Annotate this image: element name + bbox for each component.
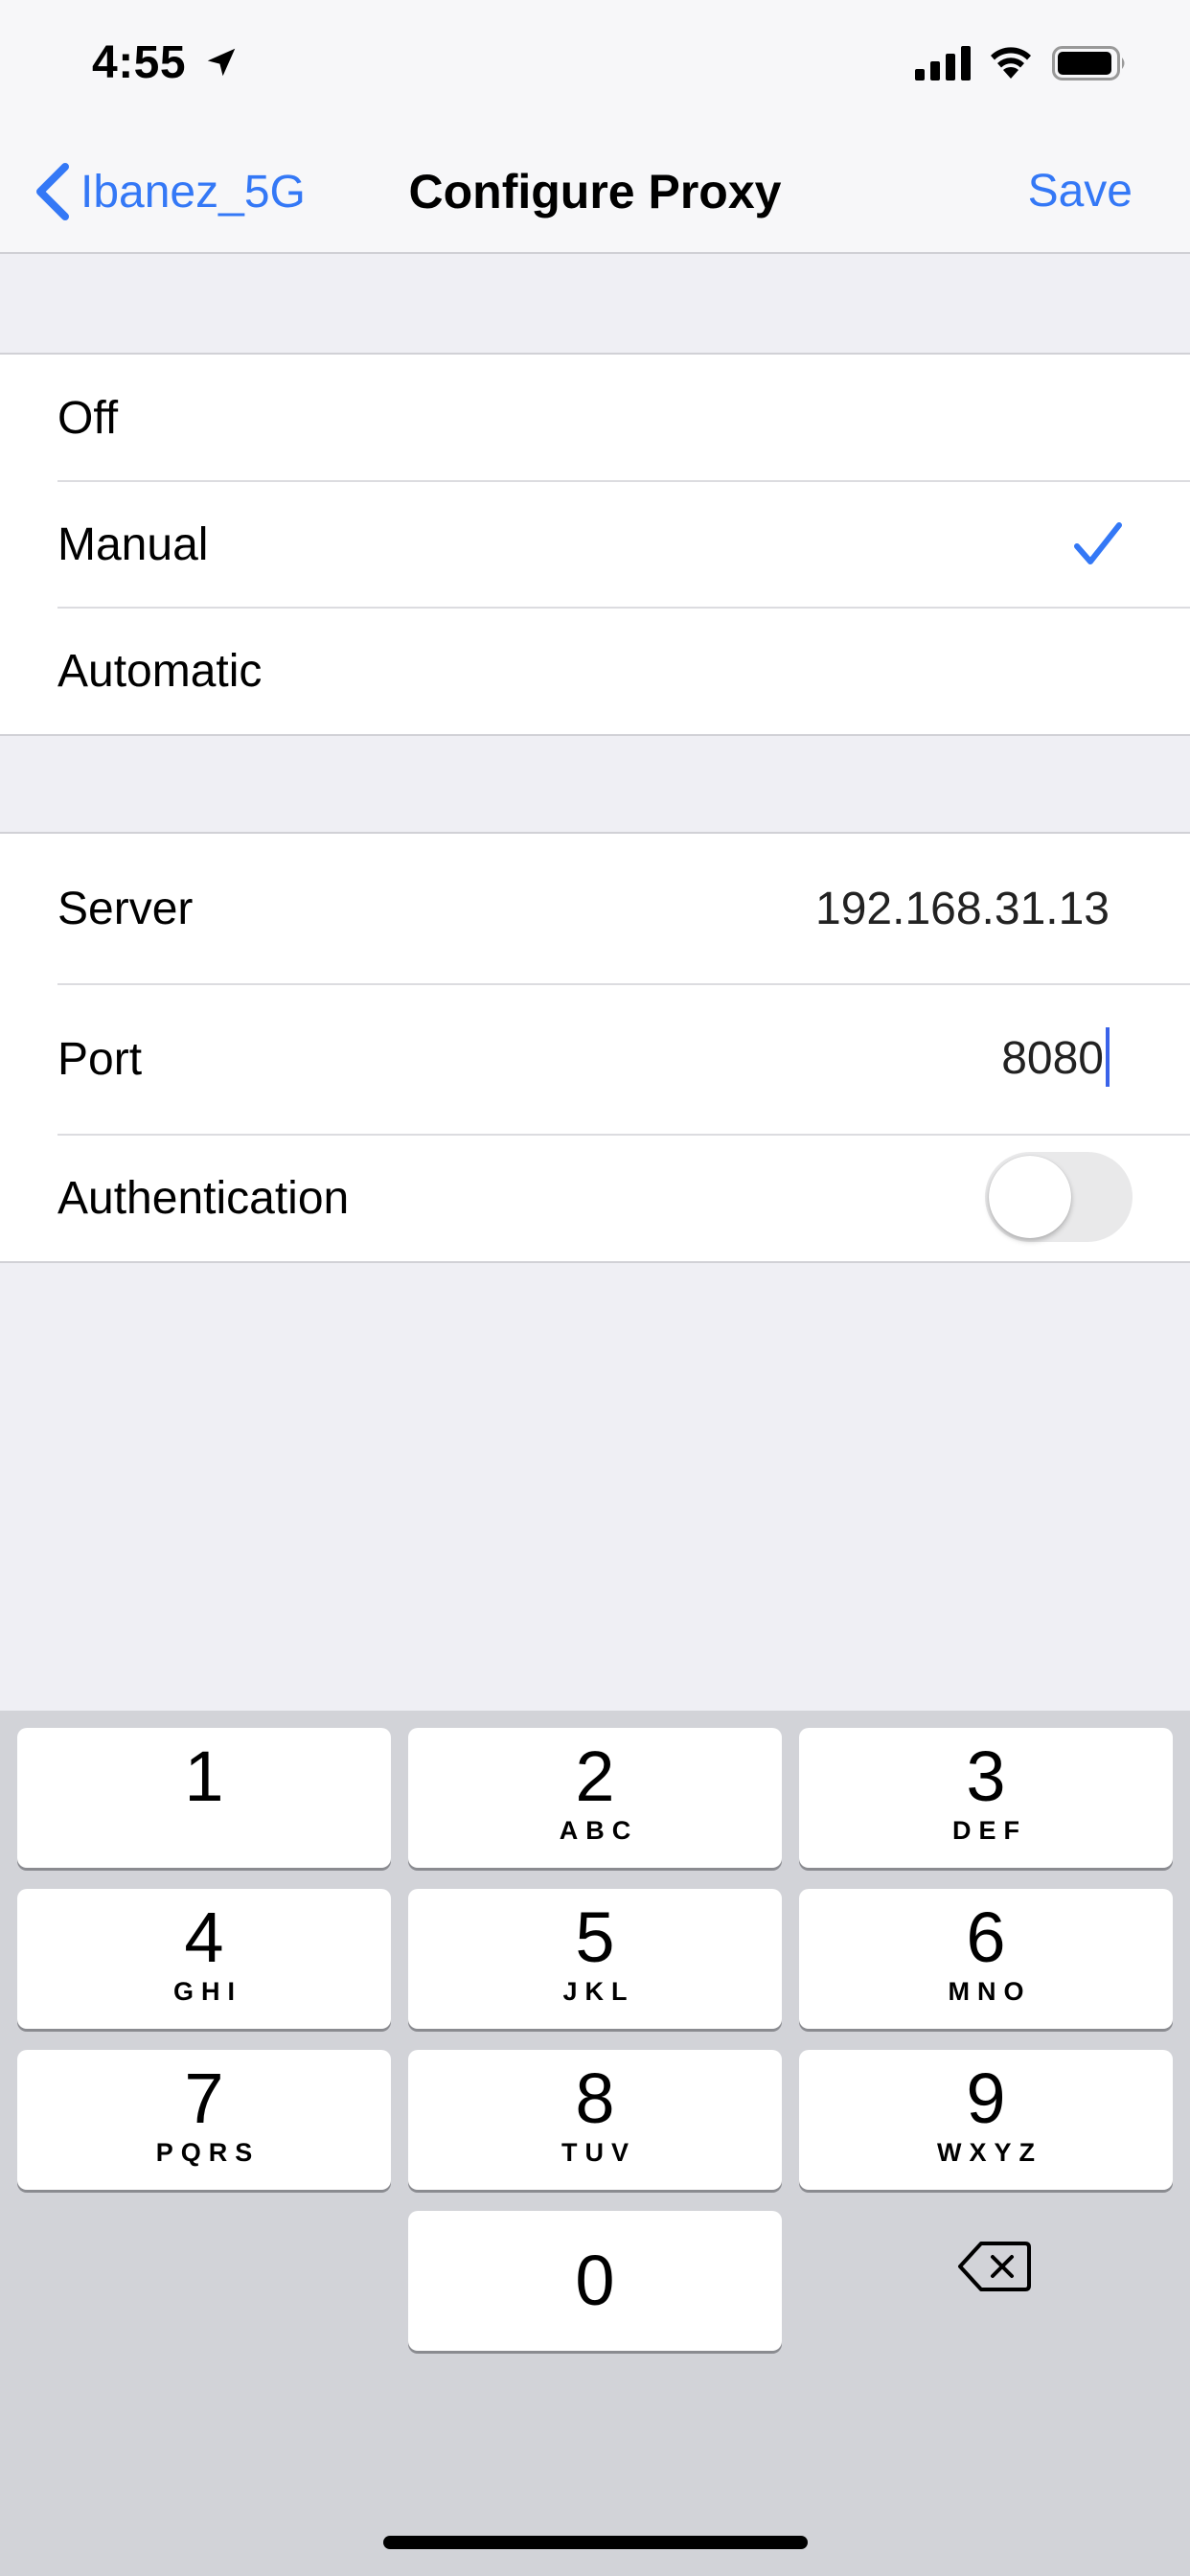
port-input[interactable]: 8080: [1001, 1027, 1110, 1088]
key-digit: 4: [184, 1898, 224, 1977]
key-digit: 3: [966, 1736, 1006, 1816]
proxy-option-manual[interactable]: Manual: [0, 480, 1190, 608]
key-letters: TUV: [561, 2138, 636, 2167]
port-value: 8080: [1001, 1032, 1104, 1084]
top-bar: 4:55 Ibanez_5G Configure Proxy Save: [0, 0, 1190, 254]
key-letters: ABC: [559, 1816, 639, 1845]
server-input[interactable]: 192.168.31.13: [815, 883, 1110, 935]
manual-proxy-group: Server 192.168.31.13 Port 8080 Authentic…: [0, 832, 1190, 1263]
cellular-signal-icon: [915, 46, 971, 80]
port-label: Port: [57, 1034, 143, 1085]
key-letters: MNO: [948, 1977, 1032, 2006]
key-2[interactable]: 2 ABC: [408, 1728, 782, 1868]
server-label: Server: [57, 884, 194, 934]
key-letters: JKL: [562, 1977, 635, 2006]
location-arrow-icon: [207, 48, 236, 77]
key-9[interactable]: 9 WXYZ: [799, 2050, 1173, 2190]
key-7[interactable]: 7 PQRS: [17, 2050, 391, 2190]
key-digit: 7: [184, 2058, 224, 2138]
key-digit: 5: [575, 1898, 615, 1977]
status-time: 4:55: [92, 37, 187, 88]
proxy-option-off[interactable]: Off: [0, 355, 1190, 481]
authentication-label: Authentication: [57, 1172, 350, 1224]
key-letters: WXYZ: [937, 2138, 1042, 2167]
proxy-option-label: Automatic: [57, 645, 263, 697]
key-6[interactable]: 6 MNO: [799, 1889, 1173, 2029]
home-indicator: [383, 2536, 808, 2549]
proxy-option-label: Off: [57, 392, 119, 444]
status-bar: 4:55: [0, 0, 1190, 129]
key-digit: 2: [575, 1736, 615, 1816]
key-5[interactable]: 5 JKL: [408, 1889, 782, 2029]
authentication-row: Authentication: [0, 1134, 1190, 1261]
key-digit: 6: [966, 1898, 1006, 1977]
proxy-option-label: Manual: [57, 518, 209, 570]
key-digit: 0: [575, 2241, 615, 2320]
text-cursor: [1106, 1027, 1110, 1088]
delete-backspace-icon[interactable]: [956, 2238, 1033, 2295]
page-title: Configure Proxy: [408, 165, 782, 218]
authentication-toggle[interactable]: [985, 1152, 1133, 1242]
screen: 4:55 Ibanez_5G Configure Proxy Save Off …: [0, 0, 1190, 2576]
navigation-bar: Ibanez_5G Configure Proxy Save: [0, 144, 1190, 240]
key-letters: PQRS: [155, 2138, 261, 2167]
key-digit: 1: [184, 1736, 224, 1816]
key-digit: 9: [966, 2058, 1006, 2138]
proxy-option-automatic[interactable]: Automatic: [0, 607, 1190, 734]
proxy-mode-group: Off Manual Automatic: [0, 353, 1190, 736]
wifi-icon: [991, 47, 1031, 79]
server-row[interactable]: Server 192.168.31.13: [0, 834, 1190, 984]
key-4[interactable]: 4 GHI: [17, 1889, 391, 2029]
key-0[interactable]: 0: [408, 2211, 782, 2351]
key-letters: DEF: [952, 1816, 1027, 1845]
key-3[interactable]: 3 DEF: [799, 1728, 1173, 1868]
port-row[interactable]: Port 8080: [0, 983, 1190, 1135]
key-digit: 8: [575, 2058, 615, 2138]
toggle-knob: [989, 1156, 1071, 1238]
save-button[interactable]: Save: [1028, 161, 1133, 222]
key-letters: GHI: [172, 1977, 242, 2006]
checkmark-icon: [1074, 522, 1122, 564]
key-1[interactable]: 1: [17, 1728, 391, 1868]
key-8[interactable]: 8 TUV: [408, 2050, 782, 2190]
battery-icon: [1052, 46, 1125, 80]
